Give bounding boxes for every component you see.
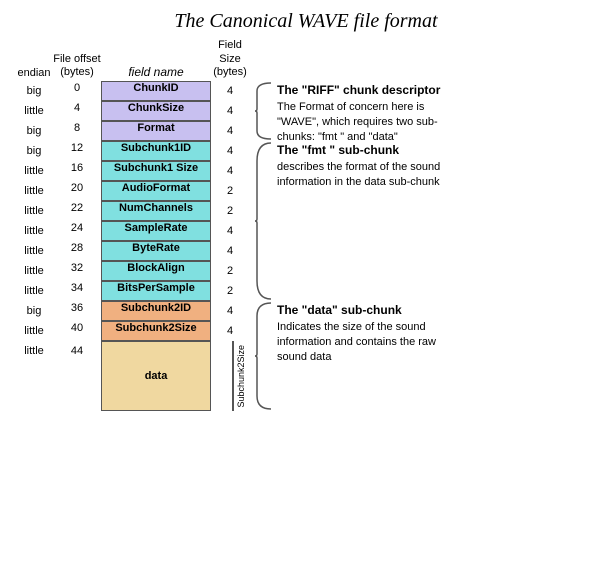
- size-data-arrow: [212, 341, 232, 411]
- endian-little-5: little: [24, 181, 44, 201]
- endian-little-9: little: [24, 261, 44, 281]
- offset-16: 16: [71, 161, 83, 181]
- field-subchunk1id: Subchunk1ID: [101, 141, 211, 161]
- fmt-text: describes the format of the sound inform…: [277, 160, 452, 190]
- endian-little-8: little: [24, 241, 44, 261]
- offset-column: File offset (bytes) 0 4 8 12 16 20 22 24…: [53, 41, 101, 411]
- fmt-section: The "fmt " sub-chunk describes the forma…: [253, 141, 452, 301]
- field-chunkid: ChunkID: [101, 81, 211, 101]
- offset-8: 8: [74, 121, 80, 141]
- offset-40: 40: [71, 321, 83, 341]
- offset-44: 44: [71, 341, 83, 411]
- size-4-8: 4: [227, 241, 233, 261]
- size-4-2: 4: [227, 121, 233, 141]
- field-bitspersample: BitsPerSample: [101, 281, 211, 301]
- offset-0: 0: [74, 81, 80, 101]
- offset-28: 28: [71, 241, 83, 261]
- size-4-0: 4: [227, 81, 233, 101]
- endian-little-4: little: [24, 161, 44, 181]
- subchunk2size-brace: Subchunk2Size: [232, 341, 248, 411]
- fmt-description: The "fmt " sub-chunk describes the forma…: [277, 141, 452, 301]
- riff-section: The "RIFF" chunk descriptor The Format o…: [253, 81, 452, 141]
- endian-big-2: big: [27, 121, 42, 141]
- offset-12: 12: [71, 141, 83, 161]
- field-samplerate: SampleRate: [101, 221, 211, 241]
- riff-text: The Format of concern here is "WAVE", wh…: [277, 100, 452, 145]
- size-4-3: 4: [227, 141, 233, 161]
- data-description: The "data" sub-chunk Indicates the size …: [277, 301, 452, 411]
- endian-little-7: little: [24, 221, 44, 241]
- offset-32: 32: [71, 261, 83, 281]
- endian-column: endian big little big big little little …: [15, 41, 53, 411]
- data-text: Indicates the size of the sound informat…: [277, 320, 452, 365]
- field-byterate: ByteRate: [101, 241, 211, 261]
- offset-34: 34: [71, 281, 83, 301]
- data-section: The "data" sub-chunk Indicates the size …: [253, 301, 452, 411]
- desc-header-spacer: [253, 41, 452, 81]
- offset-4: 4: [74, 101, 80, 121]
- size-4-7: 4: [227, 221, 233, 241]
- page-title: The Canonical WAVE file format: [10, 10, 602, 33]
- size-column: Field Size (bytes) 4 4 4 4 4 2 2 4 4 2 2…: [211, 41, 249, 411]
- size-2-9: 2: [227, 261, 233, 281]
- data-title: The "data" sub-chunk: [277, 303, 452, 317]
- field-chunksize: ChunkSize: [101, 101, 211, 121]
- endian-header: endian: [17, 41, 50, 81]
- size-4-1: 4: [227, 101, 233, 121]
- size-4-4: 4: [227, 161, 233, 181]
- brace-desc-column: The "RIFF" chunk descriptor The Format o…: [253, 41, 452, 411]
- field-data: data: [101, 341, 211, 411]
- riff-brace-icon: [253, 81, 273, 141]
- field-subchunk1size: Subchunk1 Size: [101, 161, 211, 181]
- offset-header: File offset (bytes): [53, 41, 101, 81]
- subchunk2size-label: Subchunk2Size: [234, 345, 248, 408]
- field-header: field name: [128, 41, 183, 81]
- fmt-brace-icon: [253, 141, 273, 301]
- field-blockalign: BlockAlign: [101, 261, 211, 281]
- offset-24: 24: [71, 221, 83, 241]
- size-2-5: 2: [227, 181, 233, 201]
- endian-little-10: little: [24, 281, 44, 301]
- size-4-11: 4: [227, 301, 233, 321]
- field-format: Format: [101, 121, 211, 141]
- field-numchannels: NumChannels: [101, 201, 211, 221]
- size-header: Field Size (bytes): [211, 41, 249, 81]
- offset-36: 36: [71, 301, 83, 321]
- size-2-6: 2: [227, 201, 233, 221]
- data-brace-icon: [253, 301, 273, 411]
- fmt-title: The "fmt " sub-chunk: [277, 143, 452, 157]
- endian-little-6: little: [24, 201, 44, 221]
- offset-22: 22: [71, 201, 83, 221]
- endian-little-12: little: [24, 321, 44, 341]
- size-4-12: 4: [227, 321, 233, 341]
- endian-big-11: big: [27, 301, 42, 321]
- size-2-10: 2: [227, 281, 233, 301]
- endian-little-13: little: [24, 341, 44, 411]
- riff-title: The "RIFF" chunk descriptor: [277, 83, 452, 97]
- endian-little-1: little: [24, 101, 44, 121]
- field-subchunk2id: Subchunk2ID: [101, 301, 211, 321]
- field-audioformat: AudioFormat: [101, 181, 211, 201]
- offset-20: 20: [71, 181, 83, 201]
- size-data-row: Subchunk2Size: [212, 341, 248, 411]
- field-column: field name ChunkID ChunkSize Format Subc…: [101, 41, 211, 411]
- endian-big-0: big: [27, 81, 42, 101]
- field-subchunk2size: Subchunk2Size: [101, 321, 211, 341]
- riff-description: The "RIFF" chunk descriptor The Format o…: [277, 81, 452, 141]
- endian-big-3: big: [27, 141, 42, 161]
